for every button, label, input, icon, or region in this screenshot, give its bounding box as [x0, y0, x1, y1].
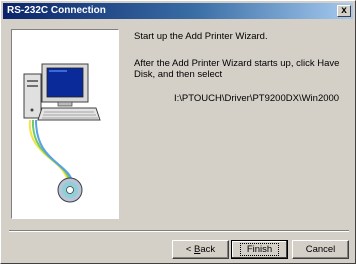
instruction-start-wizard: Start up the Add Printer Wizard.: [134, 31, 268, 42]
driver-path: I:\PTOUCH\Driver\PT9200DX\Win2000: [174, 93, 340, 104]
illustration-panel: [11, 29, 119, 219]
finish-button[interactable]: Finish: [231, 240, 288, 259]
back-button[interactable]: < Back: [172, 240, 229, 259]
back-button-prefix: <: [185, 244, 195, 255]
dialog-window: RS-232C Connection x Start up the Add Pr…: [0, 0, 356, 264]
instruction-have-disk: After the Add Printer Wizard starts up, …: [134, 58, 340, 80]
separator: [9, 230, 349, 232]
back-button-rest: ack: [200, 244, 216, 255]
computer-with-cd-icon: [23, 63, 101, 203]
title-bar[interactable]: RS-232C Connection x: [3, 3, 353, 19]
cancel-button[interactable]: Cancel: [292, 240, 349, 259]
finish-button-label: Finish: [239, 243, 280, 256]
window-title: RS-232C Connection: [7, 5, 106, 16]
close-button[interactable]: x: [337, 5, 351, 17]
